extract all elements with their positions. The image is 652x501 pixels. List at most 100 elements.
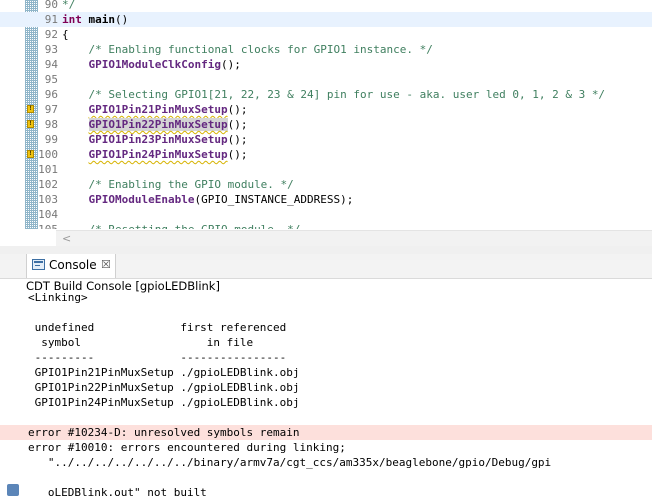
tab-console[interactable]: Console ☒ (26, 254, 116, 278)
code-text: */ (62, 0, 75, 12)
warning-icon[interactable]: ! (27, 105, 34, 113)
scroll-left-arrow-icon[interactable]: < (62, 232, 71, 245)
code-editor[interactable]: 90 */ 91 int main() 92 {93 /* Enabling functi… (0, 0, 652, 229)
code-line[interactable]: 92 { (0, 27, 652, 42)
code-line[interactable]: 103 GPIOModuleEnable(GPIO_INSTANCE_ADDRE… (0, 192, 652, 207)
line-number: 104 (38, 208, 58, 221)
console-tab-bar: Console ☒ (0, 254, 652, 279)
close-icon[interactable]: ☒ (101, 258, 111, 271)
line-number: 99 (44, 133, 58, 146)
line-number: 91 (44, 13, 58, 26)
console-line: error #10010: errors encountered during … (28, 441, 346, 454)
code-token: GPIO1Pin23PinMuxSetup (88, 133, 228, 146)
code-token: /* Enabling the GPIO module. */ (88, 178, 294, 191)
editor-horizontal-scrollbar[interactable]: < (56, 230, 652, 247)
line-number: 100 (38, 148, 58, 161)
console-tab-label: Console (49, 258, 97, 272)
code-token: GPIO1Pin22PinMuxSetup (88, 118, 228, 131)
code-token: { (62, 28, 69, 41)
code-text: /* Enabling the GPIO module. */ (62, 177, 294, 192)
code-token: (); (227, 103, 248, 116)
line-number: 102 (38, 178, 58, 191)
code-token: /* Resetting the GPIO module. */ (89, 223, 301, 229)
console-line: oLEDBlink.out" not built (28, 486, 207, 499)
line-number: 105 (38, 222, 58, 229)
code-token: /* Enabling functional clocks for GPIO1 … (88, 43, 433, 56)
code-line[interactable]: ! 97 GPIO1Pin21PinMuxSetup(); (0, 102, 652, 117)
line-number: 90 (44, 0, 58, 11)
code-text: GPIO1Pin21PinMuxSetup(); (62, 102, 248, 117)
line-number: 103 (38, 193, 58, 206)
console-line: "../../../../../../../binary/armv7a/cgt_… (28, 456, 552, 469)
code-line[interactable]: 96 /* Selecting GPIO1[21, 22, 23 & 24] p… (0, 87, 652, 102)
line-number: 93 (44, 43, 58, 56)
code-text: GPIO1Pin22PinMuxSetup(); (62, 117, 247, 132)
code-text: /* Enabling functional clocks for GPIO1 … (62, 42, 433, 57)
line-number: 94 (44, 58, 58, 71)
code-line[interactable]: 90 */ (0, 0, 652, 12)
code-line[interactable]: 95 (0, 72, 652, 87)
console-line: symbol in file (28, 336, 254, 349)
code-line[interactable]: 105 /* Resetting the GPIO module. */ (0, 222, 652, 229)
code-text: /* Resetting the GPIO module. */ (62, 222, 301, 229)
warning-icon[interactable]: ! (27, 150, 34, 158)
code-token: */ (62, 0, 76, 11)
console-line: GPIO1Pin21PinMuxSetup ./gpioLEDBlink.obj (28, 366, 300, 379)
console-line: --------- ---------------- (28, 351, 287, 364)
code-token: main (88, 13, 116, 26)
line-number: 95 (44, 73, 58, 86)
line-number: 98 (44, 118, 58, 131)
console-icon (32, 259, 45, 270)
code-text: GPIO1Pin23PinMuxSetup(); (62, 132, 248, 147)
code-token: int (62, 13, 82, 26)
code-token: GPIO1Pin21PinMuxSetup (88, 103, 228, 116)
code-text: /* Selecting GPIO1[21, 22, 23 & 24] pin … (62, 87, 606, 102)
code-token: () (115, 13, 129, 26)
warning-icon[interactable]: ! (27, 120, 34, 128)
console-line: <Linking> (28, 291, 88, 304)
line-number: 96 (44, 88, 58, 101)
code-line[interactable]: 99 GPIO1Pin23PinMuxSetup(); (0, 132, 652, 147)
code-line[interactable]: 94 GPIO1ModuleClkConfig(); (0, 57, 652, 72)
code-token: GPIO1Pin24PinMuxSetup (88, 148, 228, 161)
view-divider (0, 246, 652, 254)
code-text: { (62, 27, 69, 42)
code-line[interactable]: ! 98 GPIO1Pin22PinMuxSetup(); (0, 117, 652, 132)
line-number: 92 (44, 28, 58, 41)
code-token: (); (220, 58, 241, 71)
console-line: GPIO1Pin24PinMuxSetup ./gpioLEDBlink.obj (28, 396, 300, 409)
code-line[interactable]: 102 /* Enabling the GPIO module. */ (0, 177, 652, 192)
console-output[interactable]: <Linking> undefined first referenced sym… (0, 290, 652, 501)
console-line: undefined first referenced (28, 321, 287, 334)
code-text: GPIOModuleEnable(GPIO_INSTANCE_ADDRESS); (62, 192, 354, 207)
line-number: 97 (44, 103, 58, 116)
code-token: (GPIO_INSTANCE_ADDRESS); (194, 193, 354, 206)
code-token: (); (227, 118, 248, 131)
code-text: int main() (62, 12, 128, 27)
code-line[interactable]: 104 (0, 207, 652, 222)
code-token: (); (227, 148, 248, 161)
console-error-line: error #10234-D: unresolved symbols remai… (0, 425, 652, 440)
code-line[interactable]: ! 100 GPIO1Pin24PinMuxSetup(); (0, 147, 652, 162)
console-line: GPIO1Pin22PinMuxSetup ./gpioLEDBlink.obj (28, 381, 300, 394)
code-line[interactable]: 91 int main() (0, 12, 652, 27)
code-line[interactable]: 93 /* Enabling functional clocks for GPI… (0, 42, 652, 57)
code-text: GPIO1ModuleClkConfig(); (62, 57, 241, 72)
code-line[interactable]: 101 (0, 162, 652, 177)
code-token: GPIOModuleEnable (88, 193, 195, 206)
code-token: (); (227, 133, 248, 146)
line-number: 101 (38, 163, 58, 176)
editor-lines: 90 */ 91 int main() 92 {93 /* Enabling functi… (0, 0, 652, 229)
